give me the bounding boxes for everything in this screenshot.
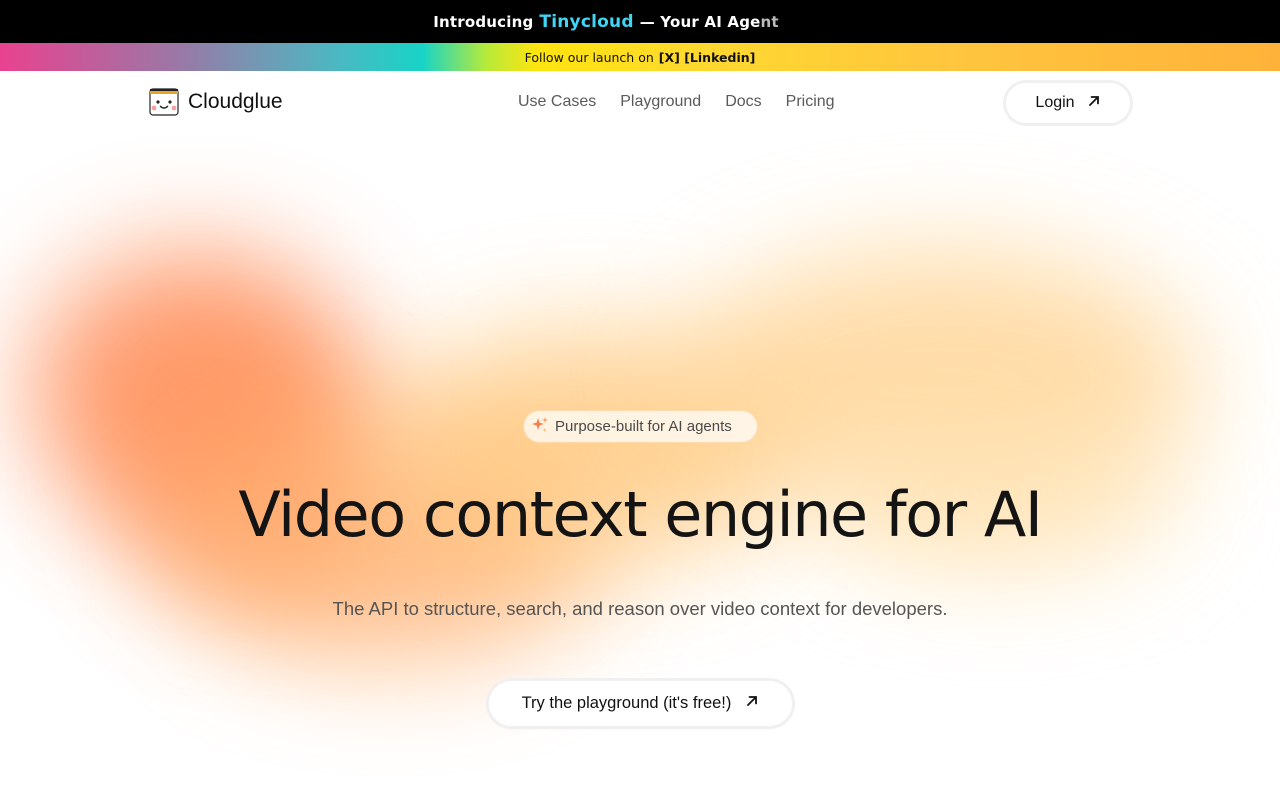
login-button[interactable]: Login [1006,83,1130,123]
announcement-brand[interactable]: Tinycloud [539,12,633,32]
follow-link-linkedin[interactable]: [Linkedin] [684,50,755,65]
hero-subheadline: The API to structure, search, and reason… [332,598,948,619]
try-playground-button[interactable]: Try the playground (it's free!) [489,681,792,726]
login-label: Login [1035,94,1075,111]
announcement-suffix: — Your AI Agent [639,12,779,31]
nav-links: Use Cases Playground Docs Pricing [518,93,835,111]
nav-link-pricing[interactable]: Pricing [786,93,835,111]
announcement-bar: Introducing Tinycloud — Your AI Agent [0,0,1280,43]
announcement-prefix: Introducing [433,12,534,31]
logo[interactable]: Cloudglue [149,88,283,116]
nav-link-use-cases[interactable]: Use Cases [518,93,596,111]
nav-link-playground[interactable]: Playground [620,93,701,111]
hero-badge-text: Purpose-built for AI agents [555,418,732,435]
arrow-up-right-icon [1087,94,1101,113]
hero-gradient-blob [680,250,1200,510]
follow-launch-bar: Follow our launch on [X] [Linkedin] [0,43,1280,71]
hero-headline: Video context engine for AI [238,478,1043,551]
arrow-up-right-icon [745,694,759,713]
follow-text: Follow our launch on [524,49,654,65]
top-nav: Cloudglue Use Cases Playground Docs Pric… [0,71,1280,135]
hero-badge: Purpose-built for AI agents [524,411,757,442]
cta-label: Try the playground (it's free!) [521,694,732,712]
cloudglue-logo-icon [149,88,179,116]
sparkle-icon [531,416,549,438]
follow-link-x[interactable]: [X] [659,50,680,65]
nav-link-docs[interactable]: Docs [725,93,761,111]
logo-text: Cloudglue [188,90,283,113]
